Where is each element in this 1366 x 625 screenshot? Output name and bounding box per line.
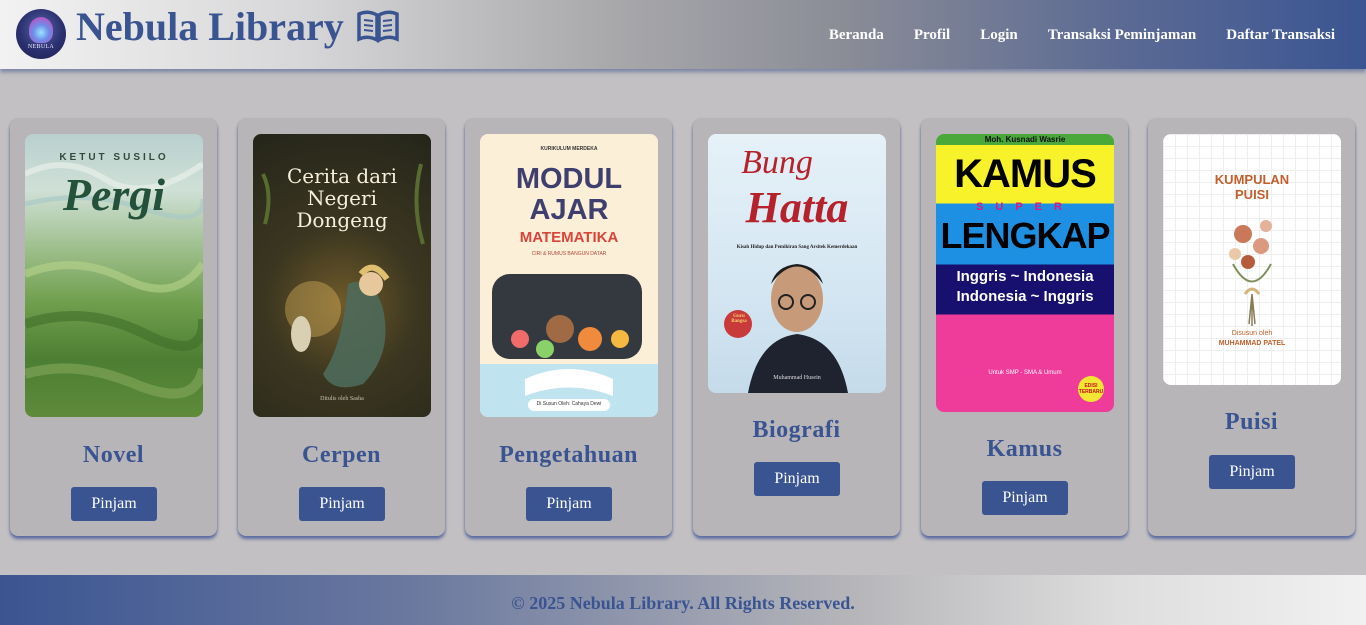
cover-top: KURIKULUM MERDEKA bbox=[540, 146, 598, 152]
copyright-text: © 2025 Nebula Library. All Rights Reserv… bbox=[511, 593, 855, 613]
cover-by: Disusun oleh bbox=[1231, 330, 1273, 337]
category-title: Pengetahuan bbox=[499, 442, 638, 468]
cover-subtitle: Kisah Hidup dan Pemikiran Sang Arsitek K… bbox=[736, 245, 858, 250]
book-card-biografi: Bung Hatta Kisah Hidup dan Pemikiran San… bbox=[693, 119, 900, 536]
brand-title: Nebula Library bbox=[76, 4, 344, 49]
open-book-icon bbox=[357, 10, 399, 43]
pinjam-button-pengetahuan[interactable]: Pinjam bbox=[526, 487, 612, 521]
cover-line-2: Indonesia ~ Inggris bbox=[956, 288, 1094, 305]
book-cover-cerpen[interactable]: Cerita dari Negeri Dongeng Ditulis oleh … bbox=[253, 134, 431, 417]
cover-title-line-1: KAMUS bbox=[954, 152, 1097, 196]
cover-author: Di Susun Oleh: Cahaya Dewi bbox=[536, 401, 602, 407]
cover-author: KETUT SUSILO bbox=[59, 152, 169, 163]
cover-title-line-2: PUISI bbox=[1235, 187, 1269, 202]
cover-badge: EDISI TERBARU bbox=[1078, 376, 1104, 402]
category-title: Biografi bbox=[752, 417, 841, 443]
category-title: Novel bbox=[82, 442, 145, 468]
nav-login[interactable]: Login bbox=[980, 27, 1018, 44]
book-card-cerpen: Cerita dari Negeri Dongeng Ditulis oleh … bbox=[238, 119, 445, 536]
cover-title-line-2: Negeri bbox=[307, 186, 377, 210]
pinjam-button-puisi[interactable]: Pinjam bbox=[1209, 455, 1295, 489]
header: NEBULA Nebula Library Beranda Profil Log… bbox=[0, 0, 1366, 69]
cover-title-line-3: LENGKAP bbox=[940, 215, 1110, 256]
pinjam-button-kamus[interactable]: Pinjam bbox=[982, 481, 1068, 515]
cover-title-line-1: Cerita dari bbox=[286, 164, 398, 188]
cover-author: Ditulis oleh Sasha bbox=[320, 396, 364, 402]
nav-daftar-transaksi[interactable]: Daftar Transaksi bbox=[1226, 27, 1335, 44]
book-cover-novel[interactable]: KETUT SUSILO Pergi bbox=[25, 134, 203, 417]
category-title: Kamus bbox=[986, 436, 1063, 462]
book-cover-kamus[interactable]: Moh. Kusnadi Wasrie KAMUS SUPER LENGKAP … bbox=[936, 134, 1114, 412]
cover-title: Pergi bbox=[62, 169, 166, 220]
book-card-puisi: KUMPULAN PUISI Disusun oleh MUHAMMAD PAT… bbox=[1148, 119, 1355, 536]
main-nav: Beranda Profil Login Transaksi Peminjama… bbox=[799, 27, 1335, 44]
book-cover-puisi[interactable]: KUMPULAN PUISI Disusun oleh MUHAMMAD PAT… bbox=[1163, 134, 1341, 385]
book-cover-biografi[interactable]: Bung Hatta Kisah Hidup dan Pemikiran San… bbox=[708, 134, 886, 393]
cover-title-line-1: MODUL bbox=[515, 163, 623, 195]
nav-beranda[interactable]: Beranda bbox=[829, 27, 884, 44]
cover-title-line-1: Bung bbox=[741, 144, 813, 181]
nav-transaksi-peminjaman[interactable]: Transaksi Peminjaman bbox=[1048, 27, 1196, 44]
cover-title-line-1: KUMPULAN bbox=[1214, 172, 1290, 187]
footer: © 2025 Nebula Library. All Rights Reserv… bbox=[0, 575, 1366, 625]
cover-title-line-2: SUPER bbox=[976, 201, 1074, 213]
cover-title-line-3: MATEMATIKA bbox=[519, 229, 619, 246]
cover-title-line-3: Dongeng bbox=[296, 208, 388, 232]
book-card-pengetahuan: KURIKULUM MERDEKA MODUL AJAR MATEMATIKA … bbox=[465, 119, 672, 536]
pinjam-button-novel[interactable]: Pinjam bbox=[71, 487, 157, 521]
cover-line-1: Inggris ~ Indonesia bbox=[956, 268, 1094, 285]
cover-author: Muhammad Husein bbox=[773, 375, 821, 381]
book-cover-pengetahuan[interactable]: KURIKULUM MERDEKA MODUL AJAR MATEMATIKA … bbox=[480, 134, 658, 417]
book-card-novel: KETUT SUSILO Pergi Novel Pinjam bbox=[10, 119, 217, 536]
cover-level: Untuk SMP - SMA & Umum bbox=[988, 370, 1062, 376]
logo-text: NEBULA bbox=[27, 44, 55, 50]
cover-title-line-2: Hatta bbox=[745, 183, 849, 232]
category-title: Cerpen bbox=[302, 442, 381, 468]
book-card-kamus: Moh. Kusnadi Wasrie KAMUS SUPER LENGKAP … bbox=[921, 119, 1128, 536]
logo[interactable]: NEBULA bbox=[16, 9, 66, 59]
cover-badge: Guru Bangsa bbox=[731, 314, 747, 324]
pinjam-button-biografi[interactable]: Pinjam bbox=[754, 462, 840, 496]
category-title: Puisi bbox=[1224, 409, 1279, 435]
cover-subtitle: CIRI & RUMUS BANGUN DATAR bbox=[531, 251, 607, 257]
nav-profil[interactable]: Profil bbox=[914, 27, 950, 44]
pinjam-button-cerpen[interactable]: Pinjam bbox=[299, 487, 385, 521]
cover-author: Moh. Kusnadi Wasrie bbox=[984, 135, 1066, 144]
cover-title-line-2: AJAR bbox=[529, 194, 609, 226]
cover-author: MUHAMMAD PATEL bbox=[1218, 340, 1286, 347]
